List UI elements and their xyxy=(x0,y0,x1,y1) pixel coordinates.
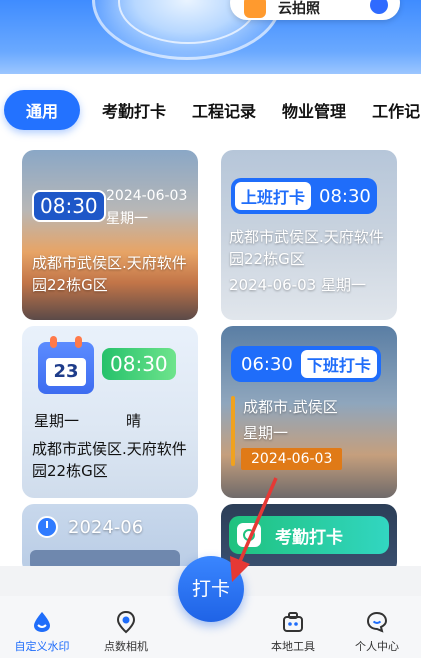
clock-out-label: 下班打卡 xyxy=(300,350,377,378)
watermark-template-card[interactable]: 08:30 2024-06-03 星期一 成都市武侯区.天府软件园22栋G区 xyxy=(22,150,198,320)
date-text: 2024-06-03 xyxy=(106,188,188,204)
weekday-text: 星期一 xyxy=(243,424,289,442)
watermark-template-card[interactable]: 考勤打卡 xyxy=(221,504,397,566)
chat-user-icon xyxy=(366,611,388,633)
weekday-text: 星期一 xyxy=(106,211,148,227)
nav-custom-watermark[interactable]: 自定义水印 xyxy=(2,610,82,654)
hero-banner: 云拍照 xyxy=(0,0,421,74)
toolbox-icon xyxy=(283,612,303,632)
attendance-pill: 考勤打卡 xyxy=(229,516,389,554)
weather-text: 晴 xyxy=(126,412,142,430)
address-text: 成都市武侯区.天府软件园22栋G区 xyxy=(229,228,384,268)
calendar-ring xyxy=(50,336,57,348)
info-strip xyxy=(30,550,180,566)
template-grid: 08:30 2024-06-03 星期一 成都市武侯区.天府软件园22栋G区 上… xyxy=(0,146,421,566)
clock-in-badge: 上班打卡 08:30 xyxy=(231,178,377,214)
clock-icon xyxy=(36,516,58,538)
nav-label: 点数相机 xyxy=(104,640,148,653)
clock-out-badge: 06:30 下班打卡 xyxy=(231,346,381,382)
watermark-template-card[interactable]: 06:30 下班打卡 成都市.武侯区 星期一 2024-06-03 xyxy=(221,326,397,498)
camera-icon xyxy=(244,0,266,18)
attendance-label: 考勤打卡 xyxy=(275,527,343,548)
location-camera-icon xyxy=(116,610,136,634)
watermark-template-card[interactable]: 23 08:30 星期一 晴 成都市武侯区.天府软件园22栋G区 xyxy=(22,326,198,498)
time-text: 06:30 xyxy=(241,353,293,375)
tab-property[interactable]: 物业管理 xyxy=(282,98,346,122)
location-text: 成都市.武侯区 xyxy=(243,398,338,416)
accent-bar xyxy=(231,396,235,466)
tab-engineering[interactable]: 工程记录 xyxy=(192,98,256,122)
nav-personal-center[interactable]: 个人中心 xyxy=(337,610,417,654)
nav-label: 本地工具 xyxy=(271,640,315,653)
date-badge: 2024-06-03 xyxy=(241,448,343,470)
nav-label: 个人中心 xyxy=(355,640,399,653)
address-text: 成都市武侯区.天府软件园22栋G区 xyxy=(32,440,187,480)
nav-local-tools[interactable]: 本地工具 xyxy=(253,610,333,654)
datetime-text: 2024-06-03 星期一 xyxy=(229,276,366,294)
address-text: 成都市武侯区.天府软件园22栋G区 xyxy=(32,254,187,294)
attendance-clock-icon xyxy=(237,523,261,547)
cloud-photo-label: 云拍照 xyxy=(278,1,320,17)
nav-count-camera[interactable]: 点数相机 xyxy=(86,610,166,654)
calendar-day: 23 xyxy=(46,358,86,386)
cloud-photo-pill[interactable]: 云拍照 xyxy=(230,0,400,20)
weekday-text: 星期一 xyxy=(34,412,80,430)
time-text: 08:30 xyxy=(319,185,371,207)
tab-work-record[interactable]: 工作记 xyxy=(372,98,420,122)
category-tabs: 通用 考勤打卡 工程记录 物业管理 工作记 xyxy=(0,74,421,146)
clock-in-label: 上班打卡 xyxy=(235,182,312,210)
watermark-template-card[interactable]: 上班打卡 08:30 成都市武侯区.天府软件园22栋G区 2024-06-03 … xyxy=(221,150,397,320)
date-text: 2024-06 xyxy=(68,516,144,538)
nav-label: 自定义水印 xyxy=(14,640,70,653)
time-badge: 08:30 xyxy=(102,348,176,380)
date-row: 2024-06 xyxy=(36,516,143,538)
calendar-ring xyxy=(75,336,82,348)
calendar-icon: 23 xyxy=(38,336,94,394)
tab-general[interactable]: 通用 xyxy=(4,90,81,130)
tab-attendance[interactable]: 考勤打卡 xyxy=(102,98,166,122)
watermark-template-card[interactable]: 2024-06 xyxy=(22,504,198,566)
water-drop-icon xyxy=(34,612,50,632)
go-arrow-icon xyxy=(370,0,388,14)
clock-in-button[interactable]: 打卡 xyxy=(178,556,244,622)
time-box: 08:30 xyxy=(32,190,106,222)
